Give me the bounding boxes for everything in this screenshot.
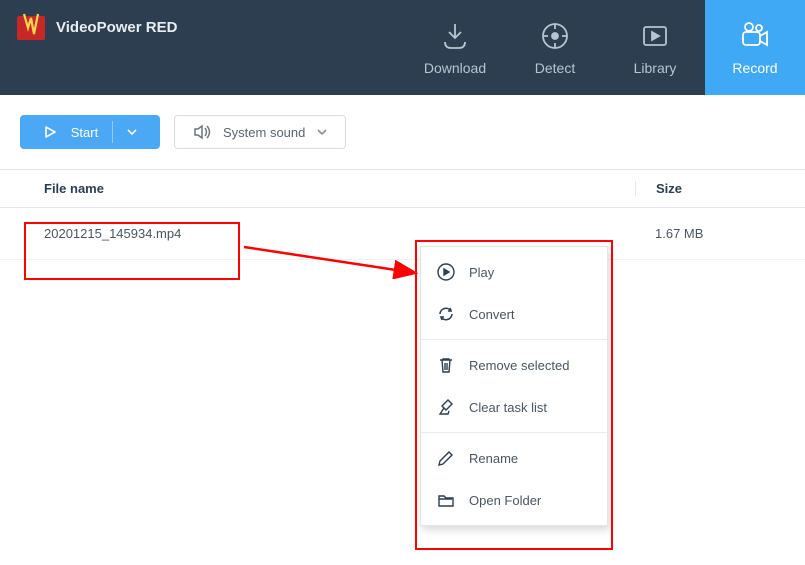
tab-detect[interactable]: Detect: [505, 0, 605, 95]
start-button[interactable]: Start: [20, 115, 160, 149]
column-filename[interactable]: File name: [0, 181, 635, 196]
titlebar-brand: VideoPower RED: [0, 0, 191, 54]
convert-icon: [437, 305, 455, 323]
titlebar: VideoPower RED Download Detect Library: [0, 0, 805, 95]
record-icon: [739, 20, 771, 52]
chevron-down-icon: [317, 127, 327, 137]
play-icon: [43, 125, 57, 139]
column-size[interactable]: Size: [635, 181, 805, 196]
trash-icon: [437, 356, 455, 374]
tab-library[interactable]: Library: [605, 0, 705, 95]
menu-item-clear-task-list[interactable]: Clear task list: [421, 386, 607, 428]
broom-icon: [437, 398, 455, 416]
app-logo-icon: [14, 10, 48, 44]
speaker-icon: [193, 123, 211, 141]
file-name-cell: 20201215_145934.mp4: [0, 226, 635, 241]
app-title: VideoPower RED: [56, 19, 177, 36]
play-icon: [437, 263, 455, 281]
menu-item-rename[interactable]: Rename: [421, 437, 607, 479]
menu-item-play[interactable]: Play: [421, 251, 607, 293]
menu-item-convert[interactable]: Convert: [421, 293, 607, 335]
library-icon: [639, 20, 671, 52]
chevron-down-icon: [127, 127, 137, 137]
table-header: File name Size: [0, 169, 805, 208]
pencil-icon: [437, 449, 455, 467]
nav-tabs: Download Detect Library Recor: [405, 0, 805, 95]
menu-item-remove-selected[interactable]: Remove selected: [421, 344, 607, 386]
context-menu: Play Convert Remove selected Clear task …: [420, 246, 608, 526]
menu-item-open-folder[interactable]: Open Folder: [421, 479, 607, 521]
folder-icon: [437, 491, 455, 509]
file-size-cell: 1.67 MB: [635, 226, 805, 241]
tab-download[interactable]: Download: [405, 0, 505, 95]
toolbar: Start System sound: [0, 95, 805, 169]
download-icon: [439, 20, 471, 52]
detect-icon: [539, 20, 571, 52]
table-row[interactable]: 20201215_145934.mp4 1.67 MB: [0, 208, 805, 260]
tab-record[interactable]: Record: [705, 0, 805, 95]
system-sound-button[interactable]: System sound: [174, 115, 346, 149]
